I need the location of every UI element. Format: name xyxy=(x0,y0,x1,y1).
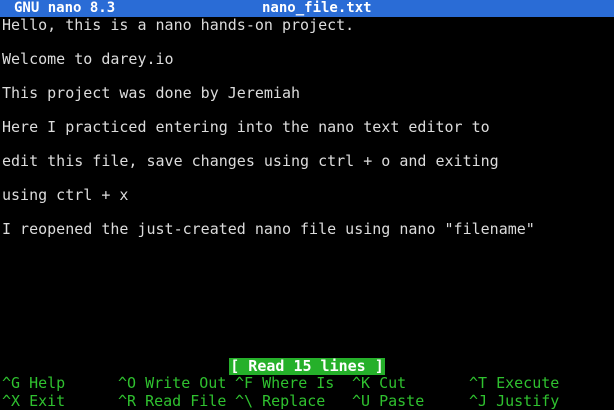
shortcut-execute[interactable]: ^T Execute xyxy=(469,374,559,392)
shortcut-label: Cut xyxy=(379,374,407,392)
shortcut-cut[interactable]: ^K Cut xyxy=(352,374,406,392)
shortcut-replace[interactable]: ^\ Replace xyxy=(235,392,325,410)
text-editor-area[interactable]: Hello, this is a nano hands-on project. … xyxy=(2,17,535,255)
shortcut-label: Paste xyxy=(379,392,425,410)
shortcut-read-file[interactable]: ^R Read File xyxy=(118,392,226,410)
text-line[interactable]: using ctrl + x xyxy=(2,187,535,221)
shortcut-help[interactable]: ^G Help xyxy=(2,374,65,392)
shortcut-label: Read File xyxy=(145,392,227,410)
shortcut-key: ^G xyxy=(2,374,21,392)
shortcut-write-out[interactable]: ^O Write Out xyxy=(118,374,226,392)
shortcut-label: Replace xyxy=(262,392,326,410)
text-line[interactable]: Hello, this is a nano hands-on project. xyxy=(2,17,535,51)
shortcut-label: Help xyxy=(29,374,66,392)
text-line[interactable]: I reopened the just-created nano file us… xyxy=(2,221,535,255)
text-line[interactable]: edit this file, save changes using ctrl … xyxy=(2,153,535,187)
shortcut-key: ^\ xyxy=(235,392,254,410)
shortcut-label: Exit xyxy=(29,392,66,410)
app-version: GNU nano 8.3 xyxy=(14,0,116,16)
shortcut-key: ^F xyxy=(235,374,254,392)
status-bar: [ Read 15 lines ] xyxy=(0,357,614,375)
shortcut-label: Where Is xyxy=(262,374,335,392)
shortcut-justify[interactable]: ^J Justify xyxy=(469,392,559,410)
shortcut-key: ^J xyxy=(469,392,488,410)
shortcut-key: ^T xyxy=(469,374,488,392)
shortcut-key: ^R xyxy=(118,392,137,410)
shortcut-exit[interactable]: ^X Exit xyxy=(2,392,65,410)
file-name: nano_file.txt xyxy=(262,0,372,16)
shortcut-bar: ^G Help ^O Write Out ^F Where Is ^K Cut … xyxy=(2,374,612,410)
shortcut-where-is[interactable]: ^F Where Is xyxy=(235,374,334,392)
shortcut-paste[interactable]: ^U Paste xyxy=(352,392,424,410)
shortcut-label: Execute xyxy=(496,374,560,392)
shortcut-key: ^K xyxy=(352,374,371,392)
shortcut-key: ^O xyxy=(118,374,137,392)
nano-editor-window: GNU nano 8.3 nano_file.txt Hello, this i… xyxy=(0,0,614,410)
shortcut-row-2: ^X Exit ^R Read File ^\ Replace ^U Paste… xyxy=(2,392,612,410)
shortcut-key: ^U xyxy=(352,392,371,410)
text-line[interactable]: Welcome to darey.io xyxy=(2,51,535,85)
shortcut-label: Write Out xyxy=(145,374,227,392)
text-line[interactable]: Here I practiced entering into the nano … xyxy=(2,119,535,153)
shortcut-row-1: ^G Help ^O Write Out ^F Where Is ^K Cut … xyxy=(2,374,612,392)
status-message: [ Read 15 lines ] xyxy=(229,357,385,375)
shortcut-key: ^X xyxy=(2,392,21,410)
title-bar: GNU nano 8.3 nano_file.txt xyxy=(0,0,614,17)
text-line[interactable]: This project was done by Jeremiah xyxy=(2,85,535,119)
shortcut-label: Justify xyxy=(496,392,560,410)
